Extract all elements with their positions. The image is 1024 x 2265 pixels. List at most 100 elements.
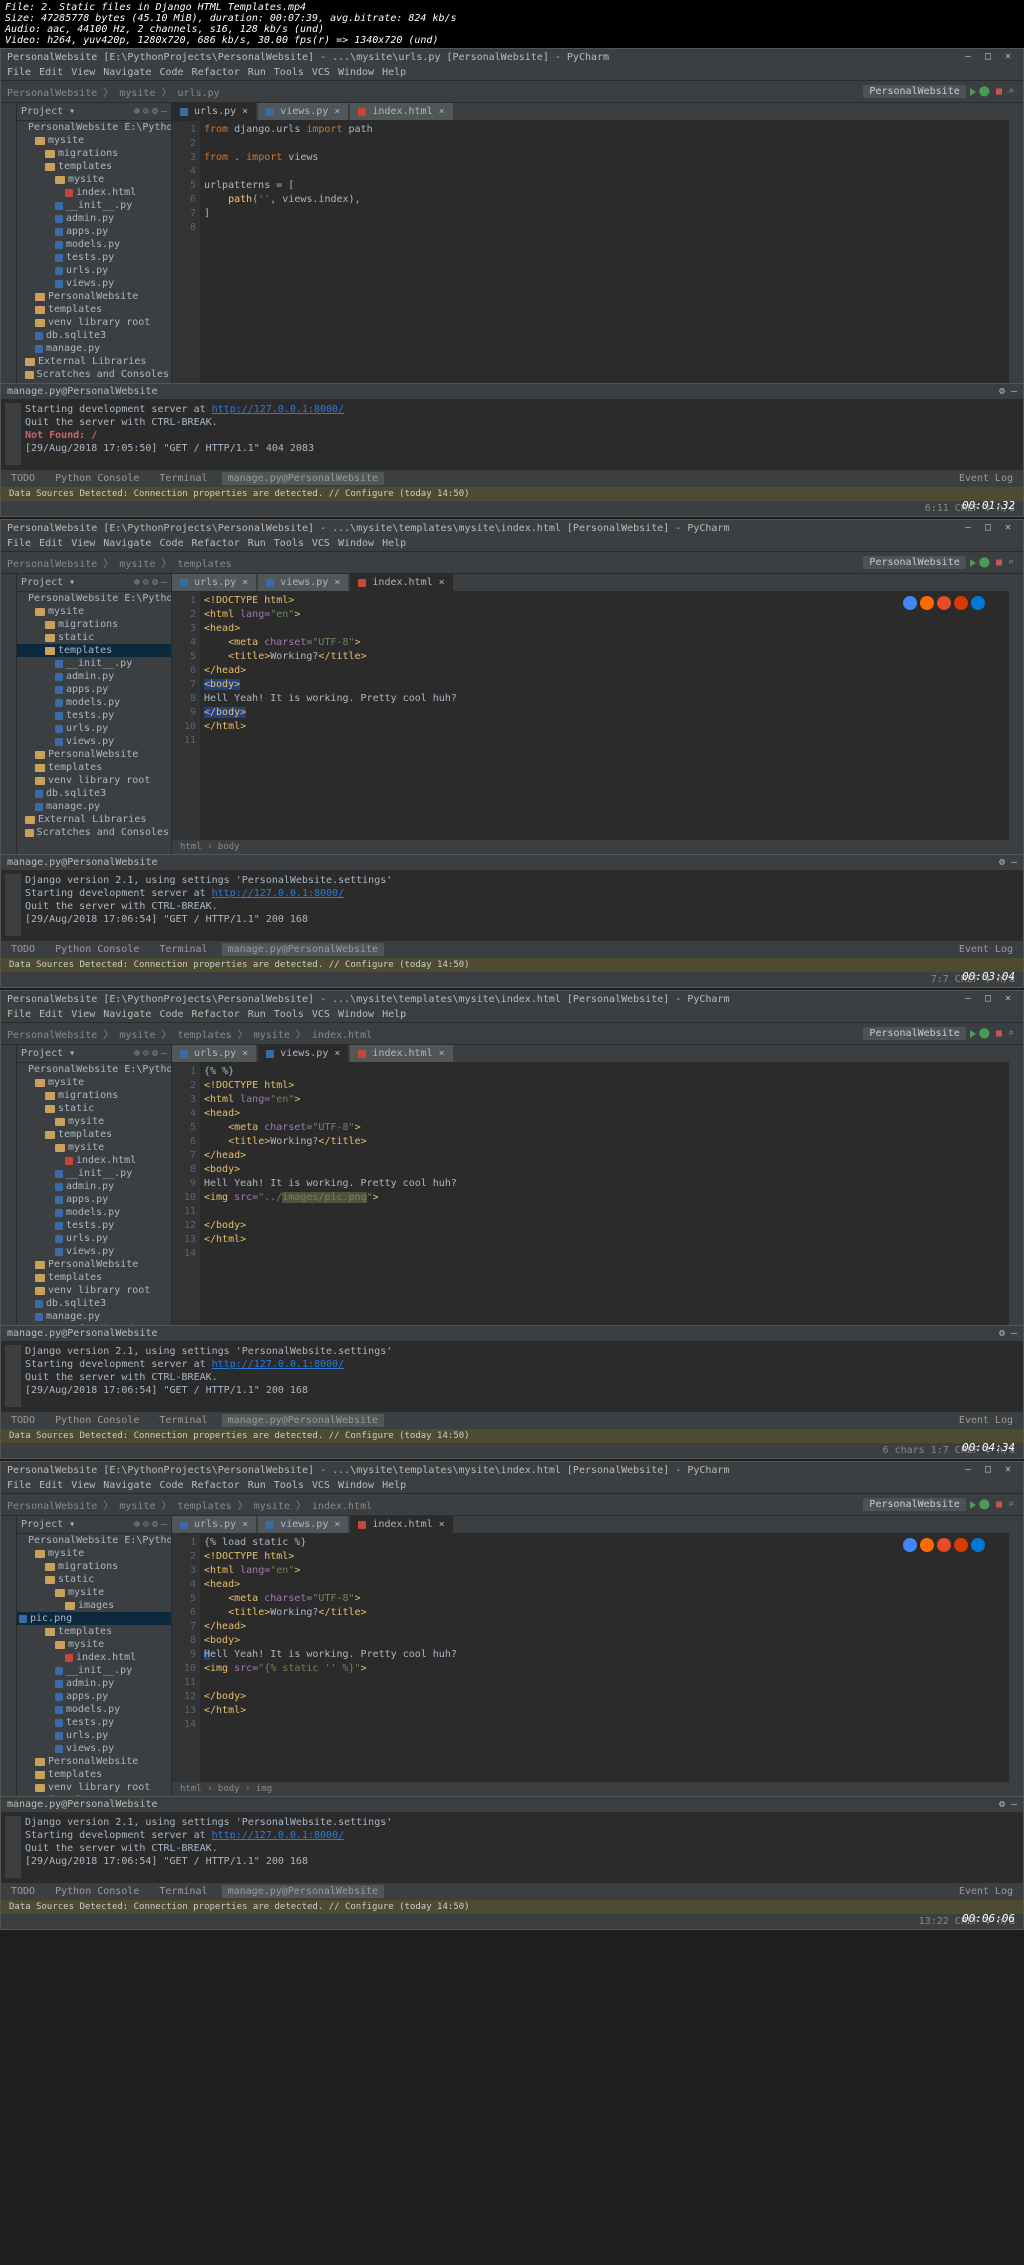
menu-item[interactable]: Tools [274,1480,304,1491]
event-log-tab[interactable]: Event Log [953,1885,1019,1898]
tool-tab[interactable]: Terminal [153,1414,213,1427]
chrome-icon[interactable] [903,1538,917,1552]
stop-icon[interactable]: ■ [996,86,1002,97]
minimize-icon[interactable]: — [965,51,977,63]
minimize-icon[interactable]: — [965,522,977,534]
editor-tab[interactable]: index.html × [350,574,452,591]
tree-item[interactable]: static [17,1573,171,1586]
tree-item[interactable]: mysite [17,1638,171,1651]
code-editor[interactable]: 1234567891011121314 {% %} <!DOCTYPE html… [172,1063,1009,1325]
settings-icon[interactable]: ⚙ [152,106,158,117]
menu-item[interactable]: Tools [274,67,304,78]
search-icon[interactable]: ⌕ [1008,557,1014,568]
tree-item[interactable]: db.sqlite3 [17,1794,171,1796]
menu-item[interactable]: Code [159,538,183,549]
menu-item[interactable]: Refactor [192,67,240,78]
hide-icon[interactable]: — [161,577,167,588]
event-log-tab[interactable]: Event Log [953,943,1019,956]
console-settings-icon[interactable]: ⚙ — [999,857,1017,868]
menu-item[interactable]: Run [248,1480,266,1491]
notification-bar[interactable]: Data Sources Detected: Connection proper… [1,958,1023,972]
tree-item[interactable]: migrations [17,147,171,160]
tree-item[interactable]: templates [17,160,171,173]
menu-item[interactable]: VCS [312,67,330,78]
editor-tab[interactable]: urls.py × [172,1045,256,1062]
tree-item[interactable]: db.sqlite3 [17,787,171,800]
tree-item[interactable]: migrations [17,1560,171,1573]
stop-icon[interactable]: ■ [996,1028,1002,1039]
minimize-icon[interactable]: — [965,1464,977,1476]
tree-item[interactable]: tests.py [17,1716,171,1729]
menu-item[interactable]: Window [338,538,374,549]
console-output[interactable]: Django version 2.1, using settings 'Pers… [1,870,1023,940]
tree-item[interactable]: models.py [17,238,171,251]
locate-icon[interactable]: ⊙ [143,577,149,588]
hide-icon[interactable]: — [161,1519,167,1530]
settings-icon[interactable]: ⚙ [152,577,158,588]
tree-item[interactable]: mysite [17,605,171,618]
tree-item[interactable]: index.html [17,1154,171,1167]
tree-item[interactable]: templates [17,644,171,657]
menu-item[interactable]: Refactor [192,1480,240,1491]
chrome-icon[interactable] [903,596,917,610]
tree-item[interactable]: PersonalWebsite [17,1755,171,1768]
tree-item[interactable]: images [17,1599,171,1612]
tree-item[interactable]: urls.py [17,1729,171,1742]
firefox-icon[interactable] [920,1538,934,1552]
tree-item[interactable]: venv library root [17,316,171,329]
tree-item[interactable]: PersonalWebsite E:\PythonProjects\Person… [17,1063,171,1076]
tool-tab[interactable]: Python Console [49,472,145,485]
console-settings-icon[interactable]: ⚙ — [999,1328,1017,1339]
editor-tab[interactable]: index.html × [350,1516,452,1533]
settings-icon[interactable]: ⚙ [152,1048,158,1059]
breadcrumb[interactable]: PersonalWebsite 〉 mysite 〉 templates [7,555,232,570]
opera-icon[interactable] [954,1538,968,1552]
menu-item[interactable]: Edit [39,1009,63,1020]
menu-item[interactable]: File [7,1480,31,1491]
tree-item[interactable]: tests.py [17,1219,171,1232]
tree-item[interactable]: templates [17,1625,171,1638]
tree-item[interactable]: views.py [17,277,171,290]
hide-icon[interactable]: — [161,1048,167,1059]
menu-item[interactable]: Help [382,1009,406,1020]
tree-item[interactable]: __init__.py [17,1167,171,1180]
run-icon[interactable] [970,1501,976,1509]
editor-tab[interactable]: views.py × [258,1045,348,1062]
tool-tab[interactable]: TODO [5,943,41,956]
tree-item[interactable]: index.html [17,1651,171,1664]
locate-icon[interactable]: ⊙ [143,106,149,117]
tree-item[interactable]: admin.py [17,670,171,683]
tree-item[interactable]: models.py [17,1703,171,1716]
tool-tab[interactable]: TODO [5,472,41,485]
tool-tab[interactable]: Terminal [153,472,213,485]
menu-item[interactable]: View [71,1009,95,1020]
tool-tab[interactable]: TODO [5,1885,41,1898]
menu-item[interactable]: Navigate [103,67,151,78]
tree-item[interactable]: __init__.py [17,657,171,670]
editor-tab[interactable]: index.html × [350,103,452,120]
tree-item[interactable]: PersonalWebsite E:\PythonProjects\Person… [17,121,171,134]
menu-item[interactable]: VCS [312,1009,330,1020]
tree-item[interactable]: mysite [17,1115,171,1128]
console-output[interactable]: Django version 2.1, using settings 'Pers… [1,1341,1023,1411]
tree-item[interactable]: PersonalWebsite E:\PythonProjects\Person… [17,1534,171,1547]
editor-tab[interactable]: index.html × [350,1045,452,1062]
tree-item[interactable]: models.py [17,1206,171,1219]
tree-item[interactable]: views.py [17,735,171,748]
tree-item[interactable]: static [17,631,171,644]
search-icon[interactable]: ⌕ [1008,1028,1014,1039]
tree-item[interactable]: admin.py [17,1677,171,1690]
menu-item[interactable]: View [71,538,95,549]
stop-icon[interactable]: ■ [996,557,1002,568]
menu-item[interactable]: Refactor [192,1009,240,1020]
tree-item[interactable]: urls.py [17,722,171,735]
run-icon[interactable] [970,88,976,96]
menu-item[interactable]: VCS [312,1480,330,1491]
run-config[interactable]: PersonalWebsite [863,1027,965,1040]
tool-tab[interactable]: Terminal [153,943,213,956]
tree-item[interactable]: PersonalWebsite [17,290,171,303]
menu-item[interactable]: Tools [274,1009,304,1020]
menu-item[interactable]: View [71,1480,95,1491]
search-icon[interactable]: ⌕ [1008,86,1014,97]
menu-item[interactable]: File [7,67,31,78]
